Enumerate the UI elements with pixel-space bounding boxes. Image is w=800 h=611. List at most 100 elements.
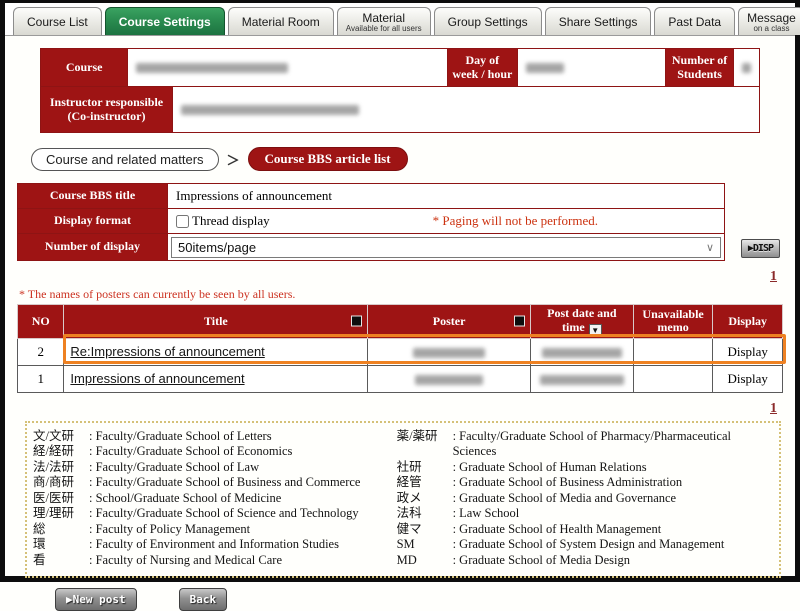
redacted-count [742,63,751,73]
bbs-title-value: Impressions of announcement [168,184,725,209]
article-poster [368,338,531,365]
tab-label: Material [346,11,422,25]
num-students-value [734,49,760,87]
number-of-display-label: Number of display [18,234,168,261]
article-memo [633,338,713,365]
faculty-legend: 文/文研: Faculty/Graduate School of Letters… [25,421,781,579]
col-header-post-date: Post date and time▼ [530,305,633,339]
article-title-link[interactable]: Impressions of announcement [70,371,244,386]
legend-desc: : Faculty/Graduate School of Economics [89,444,292,460]
legend-desc: : Faculty of Nursing and Medical Care [89,553,282,569]
tab-share-settings[interactable]: Share Settings [545,7,652,35]
article-display-link[interactable]: Display [713,365,783,392]
sort-descending-icon[interactable]: ▼ [589,324,602,336]
legend-desc: : Faculty/Graduate School of Letters [89,429,272,445]
legend-abbr: 商/商研 [33,475,89,491]
footer-buttons: ▶New post Back [55,588,783,611]
tab-label: Group Settings [448,15,528,29]
redacted-instructor [181,105,359,115]
article-post-date [530,338,633,365]
col-date-label: Post date and time [547,306,616,334]
col-header-no: NO [18,305,64,339]
course-value [128,49,448,87]
bbs-title-label: Course BBS title [18,184,168,209]
tab-label: Material Room [242,15,320,29]
course-info-table: Course Day of week / hour Number of Stud… [40,48,760,87]
col-title-label: Title [204,314,228,328]
legend-right-column: 薬/薬研: Faculty/Graduate School of Pharmac… [397,429,775,569]
legend-desc: : Faculty/Graduate School of Science and… [89,506,359,522]
legend-left-column: 文/文研: Faculty/Graduate School of Letters… [33,429,397,569]
instructor-label: Instructor responsible (Co-instructor) [41,87,173,133]
breadcrumb-separator: ＞ [227,150,240,169]
article-row: 2 Re:Impressions of announcement Display [18,338,783,365]
article-title-link[interactable]: Re:Impressions of announcement [70,344,264,359]
tab-sublabel: Available for all users [346,25,422,33]
article-post-date [530,365,633,392]
course-related-matters-button[interactable]: Course and related matters [31,148,219,171]
legend-abbr: 医/医研 [33,491,89,507]
article-poster [368,365,531,392]
article-display-link[interactable]: Display [713,338,783,365]
legend-desc: : Graduate School of Health Management [453,522,662,538]
redacted-course-name [136,63,288,73]
tab-past-data[interactable]: Past Data [654,7,735,35]
day-of-week-label: Day of week / hour [448,49,517,87]
legend-abbr: 環 [33,537,89,553]
tab-group-settings[interactable]: Group Settings [434,7,542,35]
legend-desc: : Faculty/Graduate School of Pharmacy/Ph… [453,429,775,460]
disp-button[interactable]: ▶DISP [741,239,780,258]
legend-abbr: 薬/薬研 [397,429,453,460]
tab-message[interactable]: Message on a class [738,7,800,35]
legend-abbr: 経管 [397,475,453,491]
col-header-poster: Poster [368,305,531,339]
tab-course-list[interactable]: Course List [13,7,102,35]
article-memo [633,365,713,392]
tab-label: Course Settings [119,15,211,29]
legend-abbr: 健マ [397,522,453,538]
legend-abbr: 文/文研 [33,429,89,445]
legend-abbr: 法科 [397,506,453,522]
back-button[interactable]: Back [179,588,228,611]
legend-abbr: SM [397,537,453,553]
breadcrumb: Course and related matters ＞ Course BBS … [31,147,783,171]
thread-display-checkbox[interactable] [176,215,189,228]
tab-course-settings[interactable]: Course Settings [105,7,225,35]
display-format-label: Display format [18,209,168,234]
redacted-date [542,348,622,358]
current-page-badge: Course BBS article list [248,147,408,171]
legend-abbr: 経/経研 [33,444,89,460]
tab-bar: Course List Course Settings Material Roo… [5,3,795,36]
sort-toggle-icon[interactable] [351,316,362,327]
redacted-poster [413,348,485,358]
new-post-button[interactable]: ▶New post [55,588,137,611]
legend-desc: : Graduate School of System Design and M… [453,537,725,553]
page-link-1[interactable]: 1 [770,269,777,284]
article-no: 2 [18,338,64,365]
legend-desc: : Graduate School of Media Design [453,553,630,569]
tab-label: Past Data [668,15,721,29]
col-header-title: Title [64,305,368,339]
tab-material-all-users[interactable]: Material Available for all users [337,7,431,35]
course-label: Course [41,49,128,87]
pagination-bottom: 1 [17,399,777,417]
legend-abbr: 看 [33,553,89,569]
col-header-display: Display [713,305,783,339]
tab-material-room[interactable]: Material Room [228,7,334,35]
tab-sublabel: on a class [747,25,796,33]
items-per-page-select[interactable]: 50items/page ∨ [171,237,721,258]
redacted-day [526,63,564,73]
legend-desc: : Faculty of Environment and Information… [89,537,339,553]
legend-desc: : Graduate School of Human Relations [453,460,647,476]
day-of-week-value [517,49,666,87]
tab-label: Course List [27,15,88,29]
paging-note: * Paging will not be performed. [433,213,598,229]
sort-toggle-icon[interactable] [514,316,525,327]
legend-desc: : Graduate School of Media and Governanc… [453,491,677,507]
thread-display-label: Thread display [192,213,270,229]
num-students-label: Number of Students [666,49,734,87]
page-link-1[interactable]: 1 [770,401,777,416]
article-no: 1 [18,365,64,392]
redacted-date [540,375,624,385]
bbs-form: Course BBS title Impressions of announce… [17,183,725,261]
